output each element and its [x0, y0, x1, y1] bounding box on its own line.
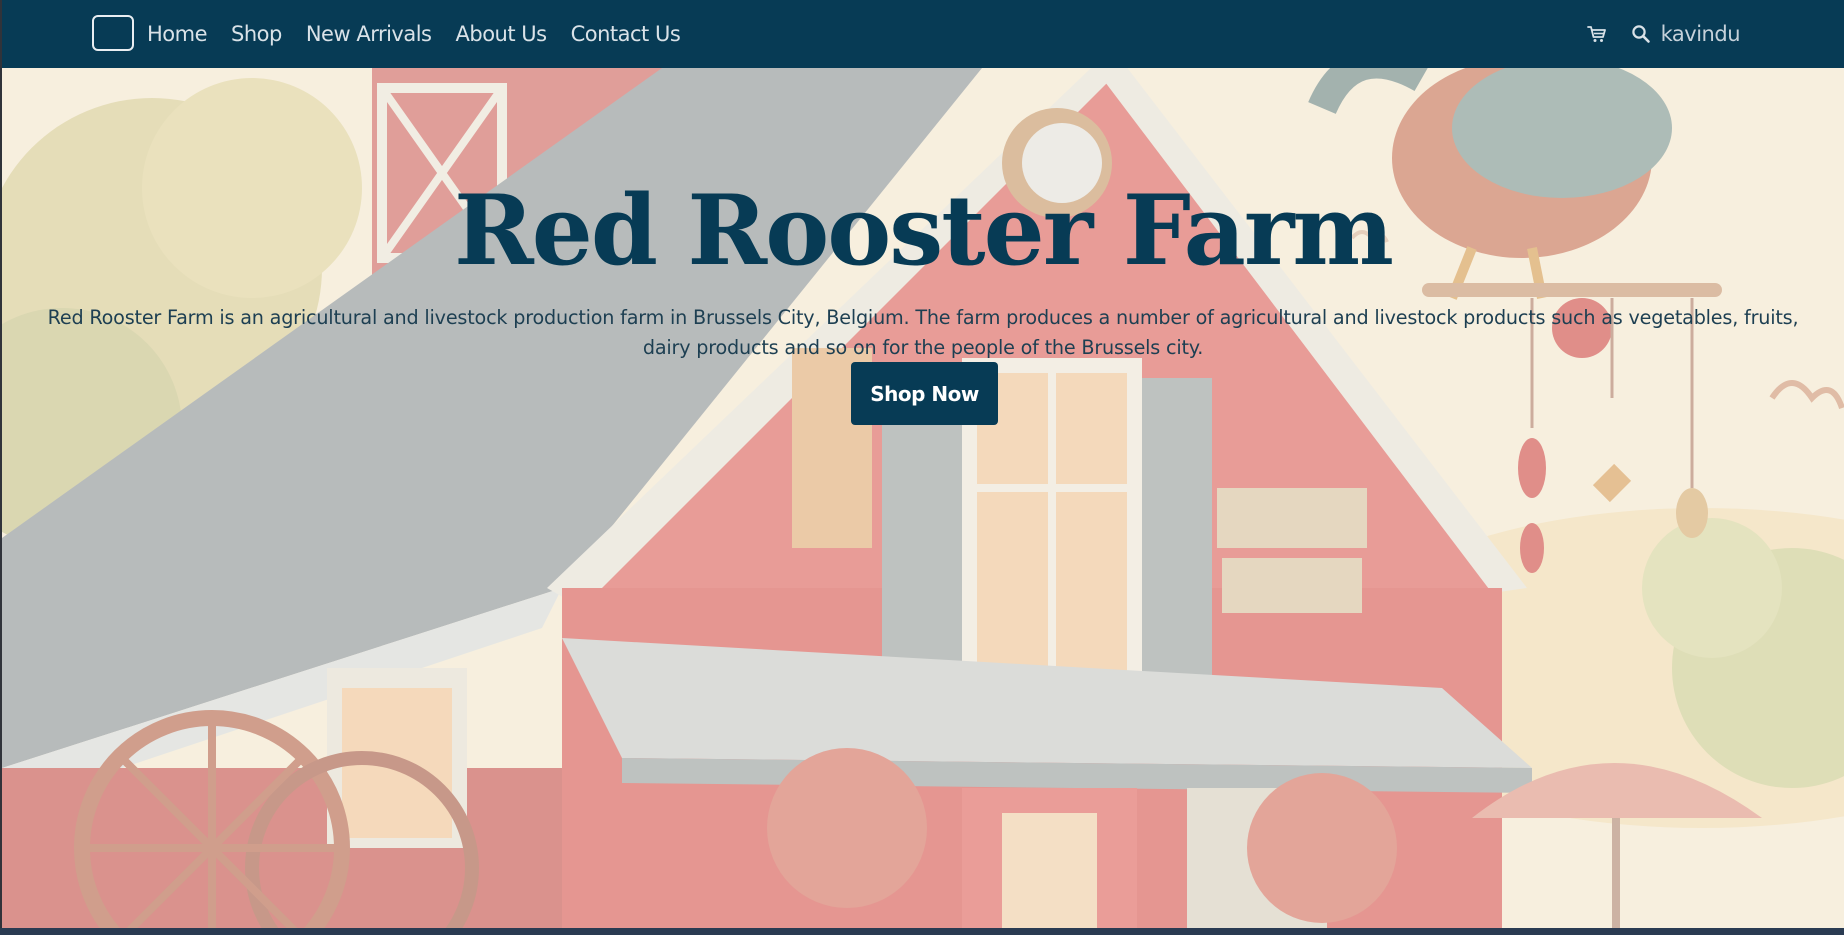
page: Home Shop New Arrivals About Us Contact … [2, 0, 1844, 928]
bottom-strip [0, 928, 1844, 935]
nav-link-about-us[interactable]: About Us [444, 22, 559, 46]
nav-links: Home Shop New Arrivals About Us Contact … [145, 0, 692, 68]
brand-logo[interactable] [92, 15, 134, 51]
hero-description-line-1: Red Rooster Farm is an agricultural and … [47, 306, 1799, 329]
nav-link-new-arrivals[interactable]: New Arrivals [294, 22, 444, 46]
search-icon[interactable] [1631, 24, 1651, 44]
hero-title: Red Rooster Farm [454, 174, 1394, 287]
nav-link-shop[interactable]: Shop [219, 22, 294, 46]
navbar: Home Shop New Arrivals About Us Contact … [2, 0, 1844, 68]
nav-right: kavindu [1586, 0, 1741, 68]
browser-frame: Home Shop New Arrivals About Us Contact … [0, 0, 1844, 935]
hero-section: Red Rooster Farm Red Rooster Farm is an … [2, 68, 1844, 928]
hero-description: Red Rooster Farm is an agricultural and … [2, 303, 1844, 363]
cart-icon[interactable] [1586, 24, 1607, 44]
nav-link-home[interactable]: Home [145, 22, 219, 46]
hero-description-line-2: dairy products and so on for the people … [642, 336, 1204, 359]
shop-now-button[interactable]: Shop Now [851, 362, 998, 425]
user-name[interactable]: kavindu [1661, 22, 1741, 46]
nav-link-contact-us[interactable]: Contact Us [559, 22, 693, 46]
